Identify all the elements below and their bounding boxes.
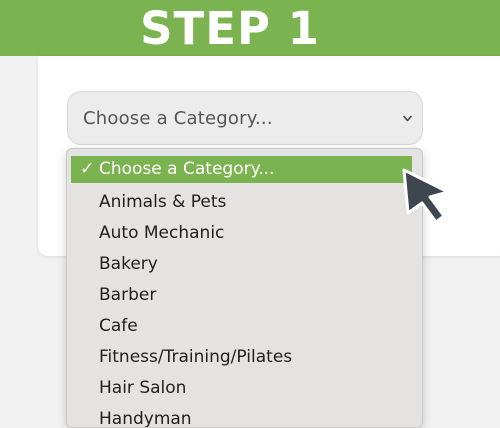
category-select-value: Choose a Category... <box>83 107 273 129</box>
option-label: Choose a Category... <box>99 159 275 179</box>
option-label: Bakery <box>99 254 158 274</box>
option-label: Auto Mechanic <box>99 223 225 243</box>
mouse-pointer-icon <box>402 168 450 224</box>
category-option-barber[interactable]: Barber <box>67 280 422 311</box>
option-label: Animals & Pets <box>99 192 227 212</box>
category-dropdown-list: ✓ Choose a Category... Animals & Pets Au… <box>66 148 423 428</box>
option-label: Fitness/Training/Pilates <box>99 347 293 367</box>
checkmark-icon: ✓ <box>80 159 95 179</box>
category-option-cafe[interactable]: Cafe <box>67 311 422 342</box>
step-title: STEP 1 <box>140 1 320 55</box>
category-option-fitness[interactable]: Fitness/Training/Pilates <box>67 342 422 373</box>
option-label: Hair Salon <box>99 378 187 398</box>
option-label: Cafe <box>99 316 138 336</box>
category-option-animals-pets[interactable]: Animals & Pets <box>67 187 422 218</box>
category-option-bakery[interactable]: Bakery <box>67 249 422 280</box>
step-banner: STEP 1 <box>0 0 500 56</box>
category-select[interactable]: Choose a Category... <box>67 91 423 145</box>
category-option-auto-mechanic[interactable]: Auto Mechanic <box>67 218 422 249</box>
category-option-hair-salon[interactable]: Hair Salon <box>67 373 422 404</box>
option-label: Barber <box>99 285 157 305</box>
category-option-choose[interactable]: ✓ Choose a Category... <box>71 156 412 183</box>
chevron-down-icon <box>403 115 412 122</box>
category-option-handyman[interactable]: Handyman <box>67 404 422 427</box>
